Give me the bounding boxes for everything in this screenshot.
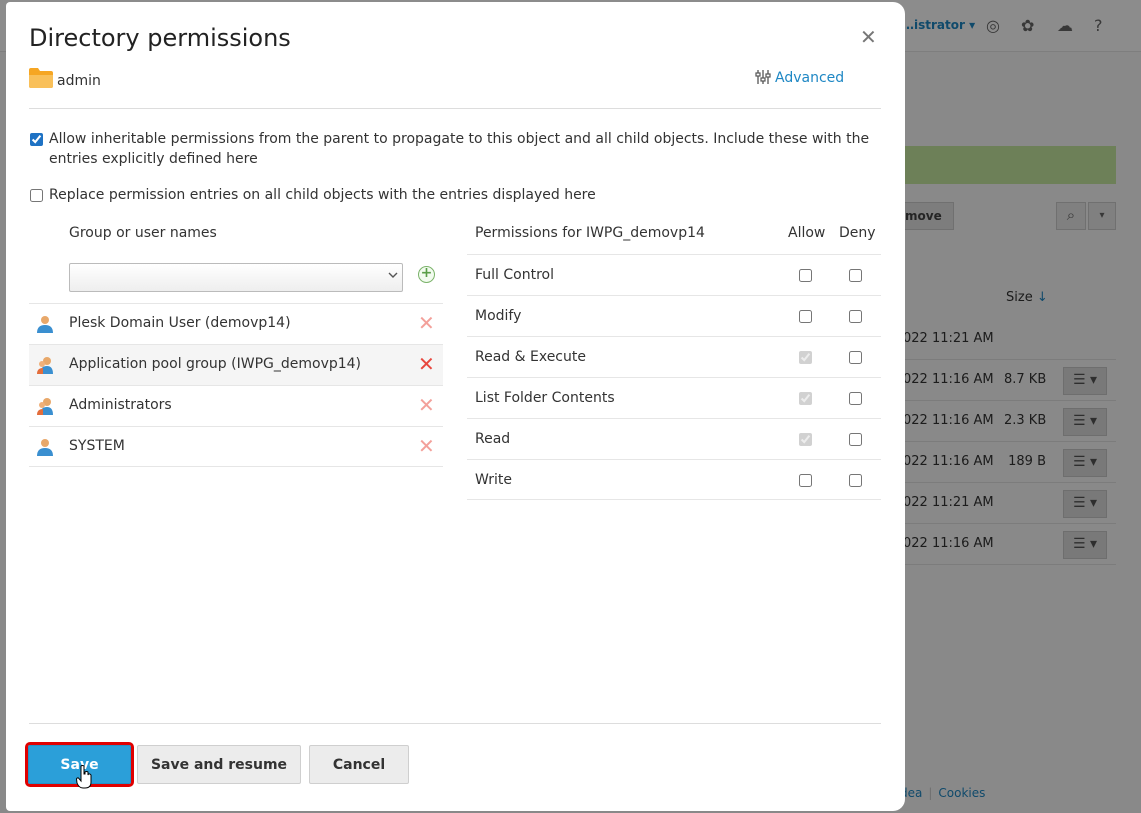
permission-row-read-execute: Read & Execute [467, 336, 881, 377]
deny-checkbox[interactable] [849, 392, 862, 405]
divider [29, 108, 881, 109]
save-and-resume-button[interactable]: Save and resume [137, 745, 301, 784]
user-select[interactable] [69, 263, 403, 292]
group-icon [37, 398, 53, 415]
user-row-application-pool-group[interactable]: Application pool group (IWPG_demovp14) ✕ [29, 344, 443, 385]
group-icon [37, 357, 53, 374]
replace-child-permissions-checkbox[interactable] [30, 189, 43, 202]
user-row-administrators[interactable]: Administrators ✕ [29, 385, 443, 426]
user-name: Administrators [69, 397, 172, 413]
permission-name: Write [475, 472, 512, 488]
deny-checkbox[interactable] [849, 269, 862, 282]
permission-name: List Folder Contents [475, 390, 615, 406]
permission-row-modify: Modify [467, 295, 881, 336]
remove-icon[interactable]: ✕ [418, 436, 435, 456]
sliders-icon [755, 70, 771, 84]
permission-name: Read & Execute [475, 349, 586, 365]
folder-icon [29, 68, 53, 88]
permission-row-write: Write [467, 459, 881, 500]
user-icon [37, 316, 53, 333]
allow-checkbox [799, 433, 812, 446]
advanced-link[interactable]: Advanced [755, 70, 844, 86]
divider [29, 723, 881, 724]
user-icon [37, 439, 53, 456]
users-column-header: Group or user names [69, 225, 217, 241]
allow-checkbox [799, 392, 812, 405]
remove-icon[interactable]: ✕ [418, 354, 435, 374]
deny-checkbox[interactable] [849, 474, 862, 487]
allow-checkbox [799, 351, 812, 364]
allow-column-header: Allow [788, 225, 826, 241]
allow-checkbox[interactable] [799, 269, 812, 282]
chevron-down-icon [388, 272, 398, 278]
permissions-column-header: Permissions for IWPG_demovp14 [475, 225, 705, 241]
directory-permissions-dialog: Directory permissions ✕ admin Advanced A… [6, 2, 905, 811]
user-name: Application pool group (IWPG_demovp14) [69, 356, 362, 372]
user-row-system[interactable]: SYSTEM ✕ [29, 426, 443, 467]
dialog-title: Directory permissions [29, 24, 291, 52]
permission-row-list-folder-contents: List Folder Contents [467, 377, 881, 418]
deny-checkbox[interactable] [849, 433, 862, 446]
permission-row-full-control: Full Control [467, 254, 881, 295]
replace-child-permissions-label: Replace permission entries on all child … [49, 187, 596, 203]
allow-checkbox[interactable] [799, 310, 812, 323]
permission-row-read: Read [467, 418, 881, 459]
cancel-button[interactable]: Cancel [309, 745, 409, 784]
allow-checkbox[interactable] [799, 474, 812, 487]
close-icon[interactable]: ✕ [860, 27, 877, 47]
add-user-icon[interactable]: + [418, 266, 435, 283]
user-name: Plesk Domain User (demovp14) [69, 315, 291, 331]
deny-column-header: Deny [839, 225, 876, 241]
user-name: SYSTEM [69, 438, 125, 454]
permission-name: Full Control [475, 267, 554, 283]
deny-checkbox[interactable] [849, 351, 862, 364]
remove-icon[interactable]: ✕ [418, 395, 435, 415]
remove-icon[interactable]: ✕ [418, 313, 435, 333]
inherit-permissions-label: Allow inheritable permissions from the p… [49, 131, 870, 167]
permission-name: Modify [475, 308, 522, 324]
hand-cursor-icon [76, 765, 92, 789]
permission-name: Read [475, 431, 511, 447]
advanced-label: Advanced [775, 70, 845, 86]
inherit-permissions-checkbox[interactable] [30, 133, 43, 146]
deny-checkbox[interactable] [849, 310, 862, 323]
user-row-plesk-domain-user[interactable]: Plesk Domain User (demovp14) ✕ [29, 303, 443, 344]
folder-name: admin [57, 73, 101, 89]
